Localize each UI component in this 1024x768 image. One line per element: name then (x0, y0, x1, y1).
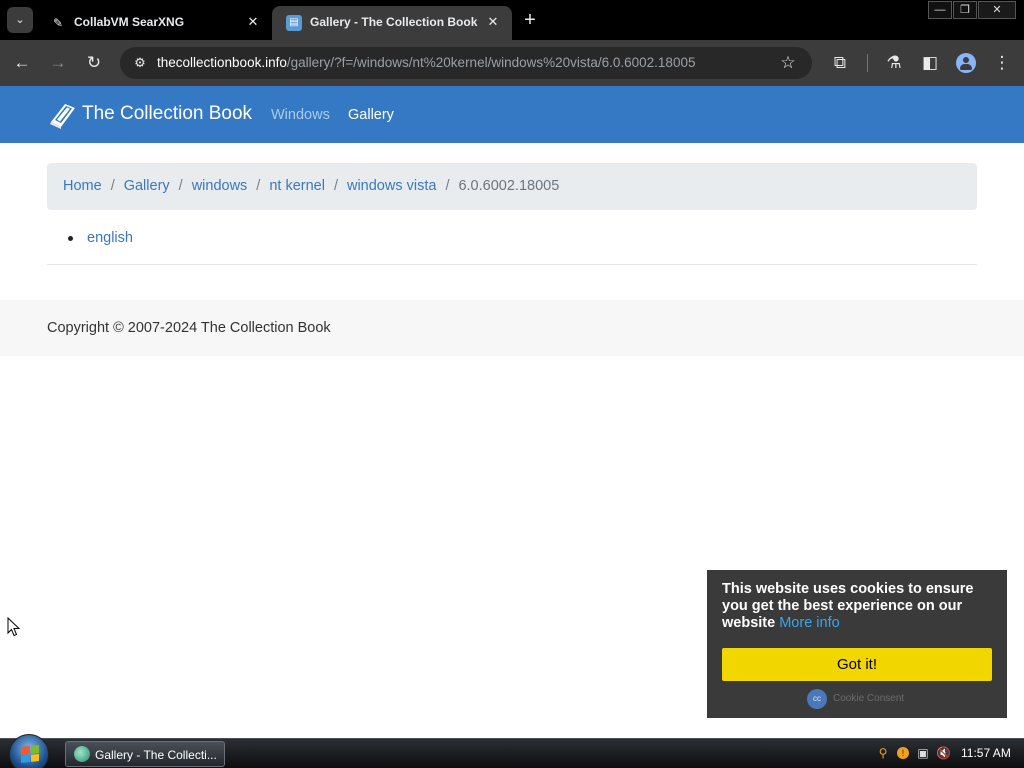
book-logo-icon (50, 104, 75, 129)
mouse-cursor-icon (7, 617, 21, 637)
breadcrumb-separator: / (178, 178, 183, 194)
system-clock[interactable]: 11:57 AM (961, 746, 1011, 760)
windows-logo-icon (21, 745, 39, 763)
cookie-message-text: This website uses cookies to ensure you … (722, 581, 974, 631)
forward-button[interactable]: → (45, 50, 71, 76)
breadcrumb-separator: / (256, 178, 261, 194)
extensions-icon[interactable]: ⧉ (827, 50, 853, 76)
directory-list: english (68, 229, 133, 247)
breadcrumb-separator: / (333, 178, 338, 194)
new-tab-button[interactable]: + (518, 9, 542, 33)
breadcrumb-windows[interactable]: windows (192, 178, 248, 194)
toolbar-divider (867, 54, 868, 72)
book-icon: ▤ (286, 15, 302, 31)
tab-strip: ⌄ ✎ CollabVM SearXNG ✕ ▤ Gallery - The C… (0, 0, 1024, 40)
address-bar[interactable]: ⚙ thecollectionbook.info/gallery/?f=/win… (120, 47, 812, 79)
back-button[interactable]: ← (9, 50, 35, 76)
list-item: english (68, 229, 133, 247)
site-info-icon[interactable]: ⚙ (128, 51, 152, 75)
tab-title: CollabVM SearXNG (74, 15, 185, 29)
cookie-accept-button[interactable]: Got it! (722, 648, 992, 681)
url-host: thecollectionbook.info (157, 55, 287, 70)
breadcrumb-nt-kernel[interactable]: nt kernel (269, 178, 325, 194)
cookie-message: This website uses cookies to ensure you … (722, 581, 994, 632)
close-tab-icon[interactable]: ✕ (484, 13, 502, 31)
labs-icon[interactable]: ⚗ (881, 50, 907, 76)
site-brand-name: The Collection Book (82, 103, 253, 124)
breadcrumb-home[interactable]: Home (63, 178, 102, 194)
bullet-icon (68, 235, 73, 241)
site-footer: Copyright © 2007-2024 The Collection Boo… (0, 300, 1024, 356)
profile-avatar-icon[interactable] (956, 53, 976, 73)
directory-link-english[interactable]: english (87, 230, 133, 246)
breadcrumb-gallery[interactable]: Gallery (124, 178, 170, 194)
breadcrumb-separator: / (445, 178, 450, 194)
cookie-consent-banner: This website uses cookies to ensure you … (707, 570, 1007, 718)
tab-collabvm-searxng[interactable]: ✎ CollabVM SearXNG ✕ (36, 6, 272, 40)
close-tab-icon[interactable]: ✕ (244, 13, 262, 31)
volume-muted-icon[interactable]: 🔇 (936, 746, 951, 760)
browser-menu-icon[interactable]: ⋮ (989, 50, 1015, 76)
breadcrumb-trail: Home / Gallery / windows / nt kernel / windows v… (63, 178, 559, 194)
search-icon[interactable]: ⚲ (876, 746, 890, 760)
cookie-logo-icon: cc (807, 689, 827, 709)
nav-link-windows[interactable]: Windows (271, 107, 330, 123)
window-close-button[interactable]: ✕ (978, 1, 1016, 19)
site-navbar: The Collection Book Windows Gallery (0, 86, 1024, 143)
breadcrumb-windows-vista[interactable]: windows vista (347, 178, 436, 194)
url-path: /gallery/?f=/windows/nt%20kernel/windows… (286, 55, 696, 70)
nav-link-gallery[interactable]: Gallery (348, 107, 394, 123)
side-panel-icon[interactable]: ◧ (917, 50, 943, 76)
browser-toolbar: ← → ↻ ⚙ thecollectionbook.info/gallery/?… (0, 40, 1024, 86)
breadcrumb-current: 6.0.6002.18005 (458, 178, 560, 194)
content-divider (47, 264, 977, 265)
tab-title: Gallery - The Collection Book (310, 15, 478, 29)
start-button[interactable] (9, 734, 49, 768)
cookie-more-info-link[interactable]: More info (779, 615, 839, 631)
update-icon[interactable]: ! (897, 747, 909, 759)
breadcrumb-separator: / (110, 178, 115, 194)
minimize-button[interactable]: — (928, 1, 952, 19)
brush-icon: ✎ (52, 16, 64, 30)
windows-taskbar: Gallery - The Collecti... ⚲ ! ▣ 🔇 11:57 … (0, 734, 1024, 768)
taskbar-item-browser[interactable]: Gallery - The Collecti... (65, 741, 225, 767)
browser-app-icon (74, 746, 90, 762)
url-text[interactable]: thecollectionbook.info/gallery/?f=/windo… (157, 55, 695, 70)
cookie-logo-text: Cookie Consent (833, 693, 905, 704)
tab-search-button[interactable]: ⌄ (7, 7, 33, 33)
taskbar-item-label: Gallery - The Collecti... (95, 748, 217, 762)
breadcrumb: Home / Gallery / windows / nt kernel / windows v… (47, 163, 977, 210)
reload-button[interactable]: ↻ (81, 50, 107, 76)
tab-gallery[interactable]: ▤ Gallery - The Collection Book ✕ (272, 6, 512, 40)
bookmark-star-icon[interactable]: ☆ (776, 51, 800, 75)
restore-button[interactable]: ❐ (953, 1, 977, 19)
network-icon[interactable]: ▣ (916, 746, 930, 760)
copyright-text: Copyright © 2007-2024 The Collection Boo… (47, 320, 331, 336)
